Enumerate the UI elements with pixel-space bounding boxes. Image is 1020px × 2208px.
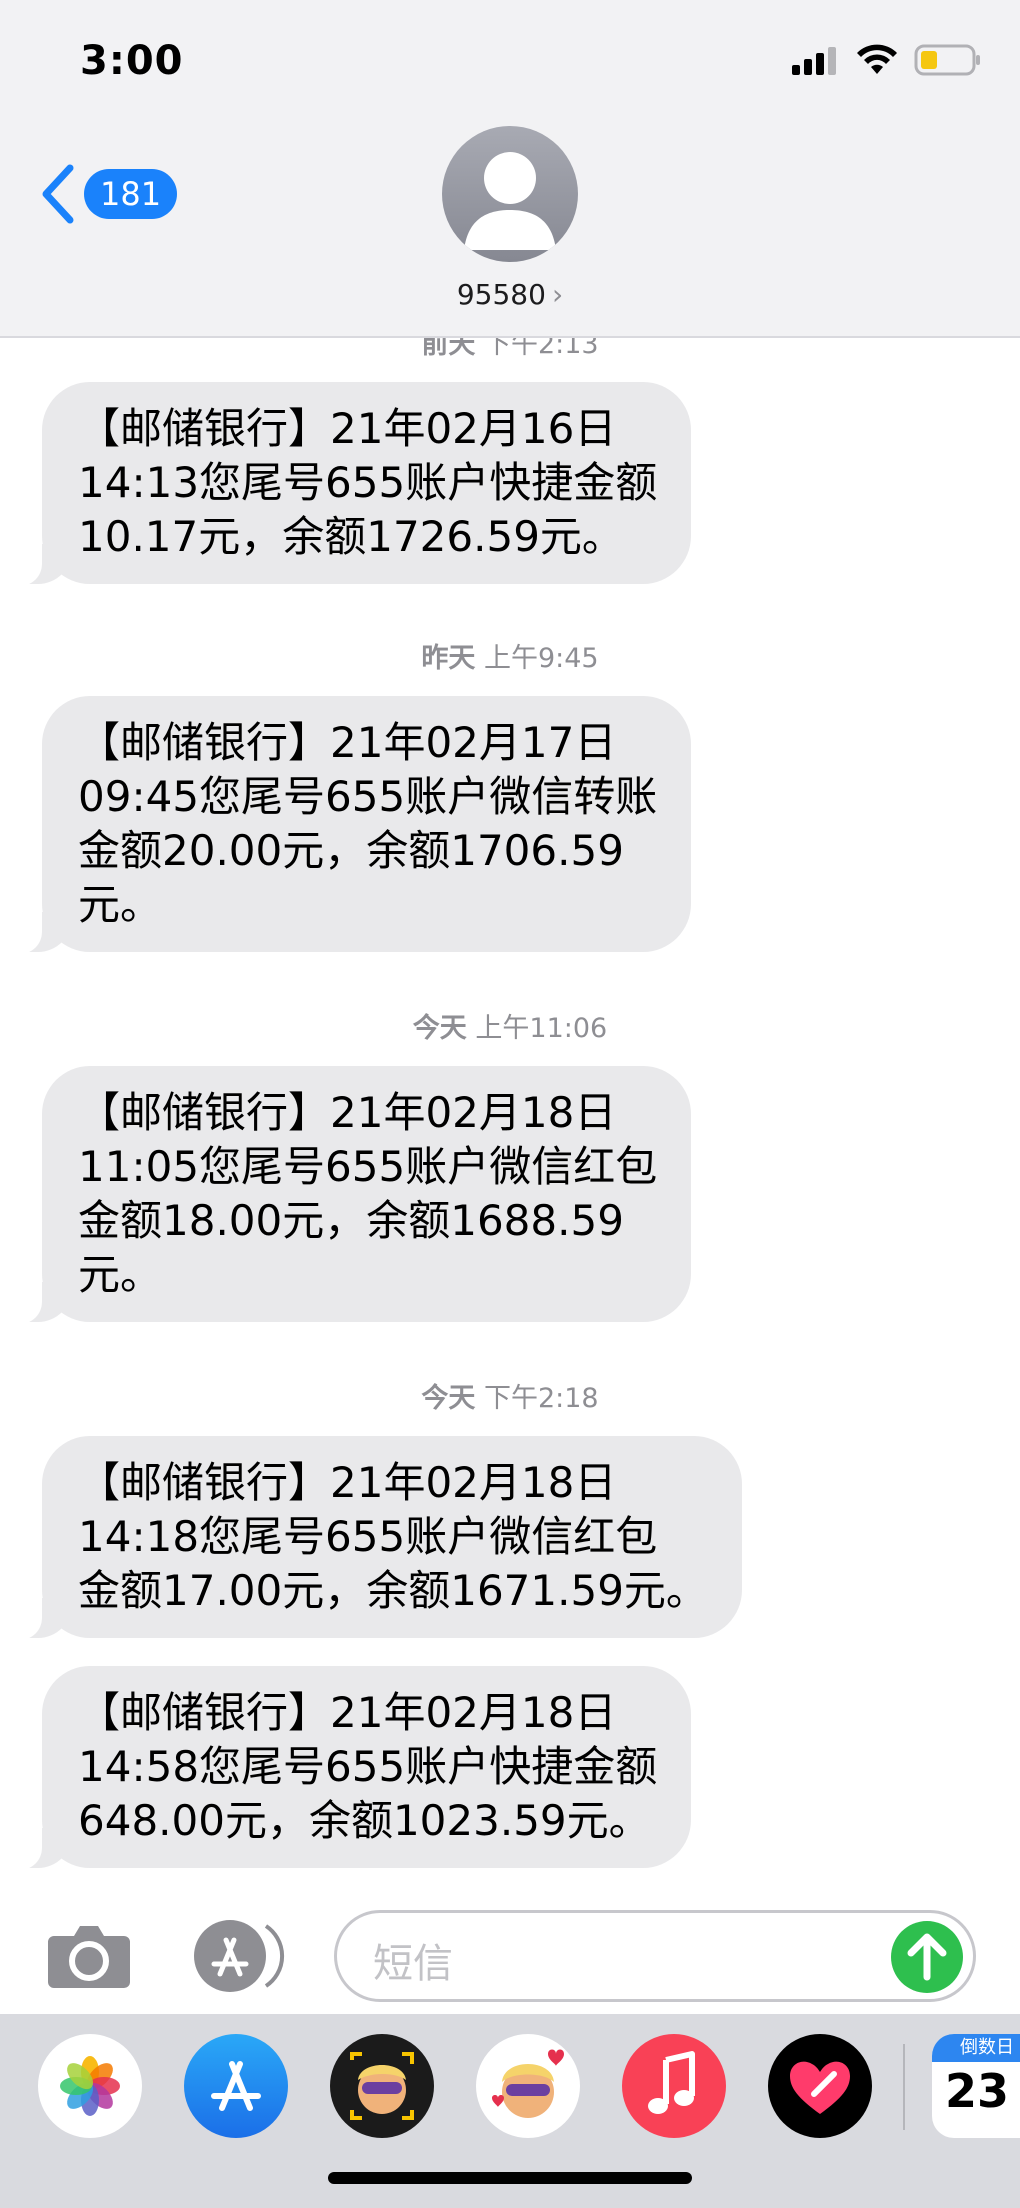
tray-divider bbox=[903, 2044, 905, 2130]
message-text: 【邮储银行】21年02月16日 14:13您尾号655账户快捷金额 10.17元… bbox=[78, 404, 658, 561]
status-time: 3:00 bbox=[80, 38, 184, 84]
arrow-up-icon bbox=[907, 1933, 947, 1981]
memoji-camera-icon[interactable] bbox=[330, 2034, 434, 2138]
conversation-header: 3:00 181 95580 › bbox=[0, 0, 1020, 338]
music-icon[interactable] bbox=[622, 2034, 726, 2138]
contact-number: 95580 bbox=[456, 278, 546, 311]
camera-button[interactable] bbox=[46, 1924, 132, 1988]
message-bubble[interactable]: 【邮储银行】21年02月17日 09:45您尾号655账户微信转账 金额20.0… bbox=[11, 696, 692, 954]
photos-icon[interactable] bbox=[38, 2034, 142, 2138]
message-text: 【邮储银行】21年02月18日 14:18您尾号655账户微信红包 金额17.0… bbox=[78, 1458, 708, 1615]
home-indicator[interactable] bbox=[328, 2172, 692, 2184]
message-input[interactable]: 短信 bbox=[334, 1910, 976, 2002]
back-button[interactable]: 181 bbox=[40, 164, 178, 224]
countdown-icon[interactable]: 倒数日 23 bbox=[932, 2034, 1020, 2138]
message-bubble[interactable]: 【邮储银行】21年02月18日 11:05您尾号655账户微信红包 金额18.0… bbox=[11, 1066, 692, 1324]
camera-icon bbox=[48, 1926, 130, 1988]
digital-touch-icon[interactable] bbox=[768, 2034, 872, 2138]
message-text: 【邮储银行】21年02月18日 11:05您尾号655账户微信红包 金额18.0… bbox=[78, 1088, 658, 1299]
wifi-icon bbox=[857, 44, 897, 74]
cellular-signal-icon bbox=[792, 47, 836, 75]
memoji-stickers-icon[interactable] bbox=[476, 2034, 580, 2138]
unread-count-badge: 181 bbox=[84, 169, 178, 219]
message-bubble[interactable]: 【邮储银行】21年02月18日 14:18您尾号655账户微信红包 金额17.0… bbox=[12, 1436, 742, 1640]
person-silhouette-icon bbox=[464, 152, 556, 250]
message-bubble[interactable]: 【邮储银行】21年02月16日 14:13您尾号655账户快捷金额 10.17元… bbox=[11, 382, 692, 586]
chevron-right-icon: › bbox=[551, 278, 564, 311]
app-store-icon[interactable] bbox=[184, 2034, 288, 2138]
message-text: 【邮储银行】21年02月18日 14:58您尾号655账户快捷金额 648.00… bbox=[78, 1688, 658, 1845]
message-timestamp: 今天 下午2:18 bbox=[421, 1383, 599, 1414]
app-store-button[interactable] bbox=[190, 1918, 286, 1994]
app-store-icon bbox=[194, 1920, 285, 1992]
countdown-number: 23 bbox=[944, 2064, 1009, 2118]
chevron-left-icon bbox=[42, 164, 74, 224]
message-timestamp: 今天 上午11:06 bbox=[412, 1013, 608, 1044]
countdown-label: 倒数日 bbox=[932, 2034, 1020, 2062]
contact-avatar[interactable] bbox=[442, 126, 578, 262]
message-bubble[interactable]: 【邮储银行】21年02月18日 14:58您尾号655账户快捷金额 648.00… bbox=[11, 1666, 692, 1870]
status-icons bbox=[792, 40, 982, 80]
message-input-placeholder: 短信 bbox=[373, 1941, 453, 1987]
contact-name[interactable]: 95580 › bbox=[0, 278, 1020, 311]
message-text: 【邮储银行】21年02月17日 09:45您尾号655账户微信转账 金额20.0… bbox=[78, 718, 658, 929]
send-button[interactable] bbox=[891, 1921, 963, 1993]
message-timestamp: 昨天 上午9:45 bbox=[421, 643, 599, 674]
battery-icon bbox=[914, 44, 980, 76]
